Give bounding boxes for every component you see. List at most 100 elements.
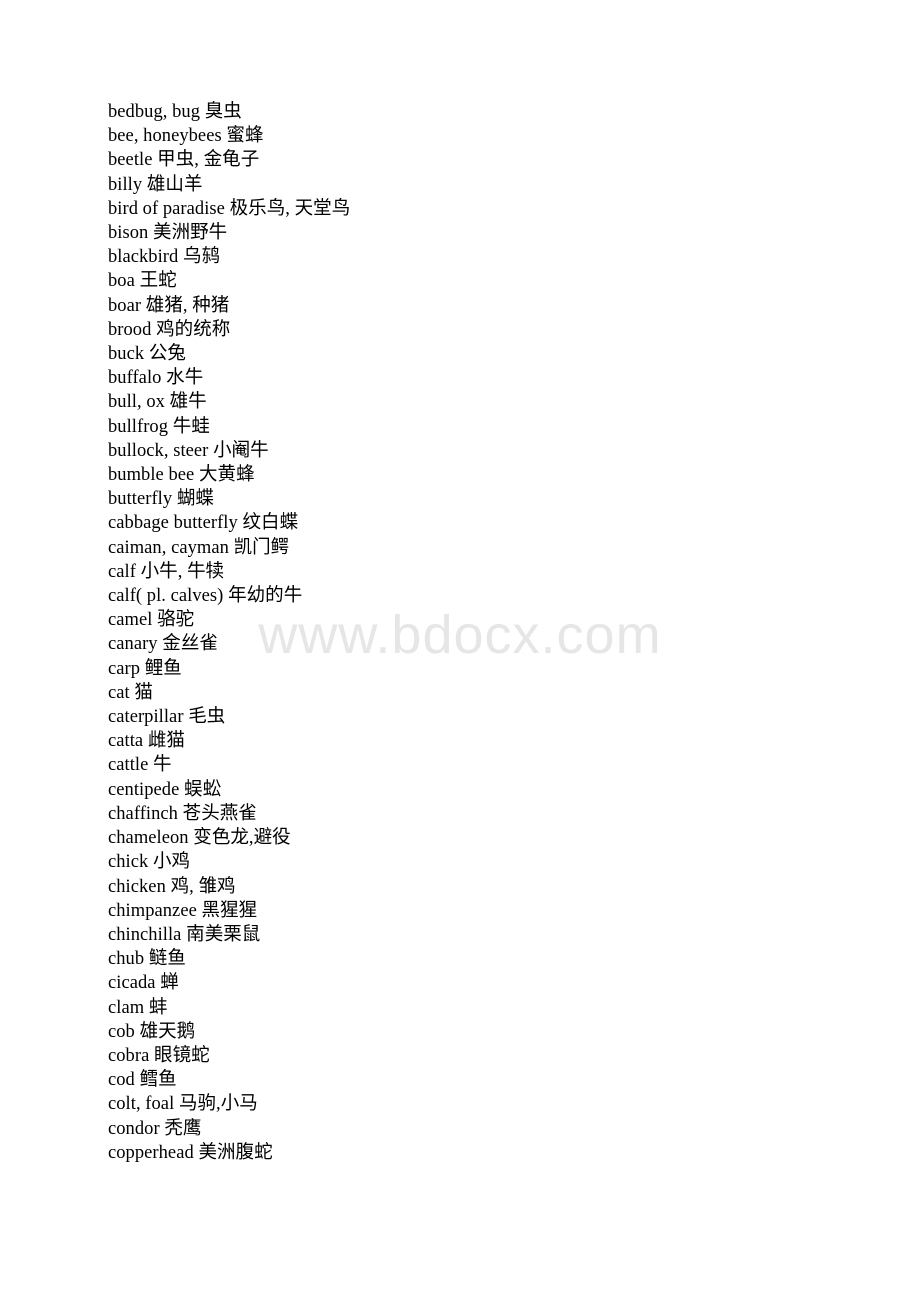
entry-term: buck — [108, 344, 145, 365]
glossary-entry: cicada 蝉 — [108, 971, 868, 995]
entry-term: condor — [108, 1118, 160, 1139]
entry-gloss: 蚌 — [148, 997, 168, 1018]
glossary-entry: bullock, steer 小阉牛 — [108, 439, 868, 463]
entry-term: cicada — [108, 973, 156, 994]
glossary-entry: blackbird 乌鸫 — [108, 245, 868, 269]
glossary-entry: cobra 眼镜蛇 — [108, 1044, 868, 1068]
entry-term: calf( pl. calves) — [108, 586, 224, 607]
glossary-entry: chick 小鸡 — [108, 850, 868, 874]
entry-gloss: 美洲腹蛇 — [198, 1142, 273, 1163]
entry-gloss: 美洲野牛 — [153, 223, 228, 244]
glossary-entry: bedbug, bug 臭虫 — [108, 100, 868, 124]
glossary-entry: bird of paradise 极乐鸟, 天堂鸟 — [108, 197, 868, 221]
entry-gloss: 猫 — [134, 682, 153, 703]
entry-gloss: 雄猪, 种猪 — [145, 295, 230, 316]
glossary-entry: chameleon 变色龙,避役 — [108, 826, 868, 850]
glossary-entry: calf 小牛, 牛犊 — [108, 560, 868, 584]
entry-gloss: 极乐鸟, 天堂鸟 — [229, 198, 351, 219]
glossary-entry: chicken 鸡, 雏鸡 — [108, 875, 868, 899]
entry-term: cattle — [108, 755, 149, 776]
entry-gloss: 凯门鳄 — [233, 537, 290, 558]
glossary-entry: chimpanzee 黑猩猩 — [108, 899, 868, 923]
glossary-entry: bull, ox 雄牛 — [108, 390, 868, 414]
entry-gloss: 鸡的统称 — [156, 319, 231, 340]
entry-gloss: 蝴蝶 — [176, 489, 214, 510]
entry-gloss: 水牛 — [166, 368, 204, 389]
glossary-entry: calf( pl. calves) 年幼的牛 — [108, 584, 868, 608]
entry-gloss: 牛 — [153, 755, 172, 776]
glossary-entry: beetle 甲虫, 金龟子 — [108, 148, 868, 172]
entry-gloss: 蜜蜂 — [226, 126, 264, 147]
glossary-entry: cod 鳕鱼 — [108, 1068, 868, 1092]
entry-gloss: 鳕鱼 — [139, 1070, 177, 1091]
entry-gloss: 鸡, 雏鸡 — [170, 876, 236, 897]
glossary-entry: caterpillar 毛虫 — [108, 705, 868, 729]
glossary-entry: bullfrog 牛蛙 — [108, 415, 868, 439]
entry-gloss: 苍头燕雀 — [182, 803, 257, 824]
entry-gloss: 王蛇 — [139, 271, 177, 292]
entry-term: beetle — [108, 150, 153, 171]
glossary-entry: brood 鸡的统称 — [108, 318, 868, 342]
entry-term: chub — [108, 949, 145, 970]
entry-gloss: 小阉牛 — [213, 440, 269, 461]
entry-gloss: 公兔 — [148, 344, 186, 365]
entry-gloss: 年幼的牛 — [228, 586, 303, 607]
entry-term: brood — [108, 319, 152, 340]
glossary-entry: centipede 蜈蚣 — [108, 778, 868, 802]
entry-term: bullock, steer — [108, 440, 209, 461]
glossary-entry: bison 美洲野牛 — [108, 221, 868, 245]
entry-term: chicken — [108, 876, 166, 897]
glossary-entry: chinchilla 南美栗鼠 — [108, 923, 868, 947]
glossary-entry: cattle 牛 — [108, 753, 868, 777]
entry-term: blackbird — [108, 247, 179, 268]
entry-gloss: 马驹,小马 — [178, 1094, 258, 1115]
entry-gloss: 臭虫 — [204, 102, 242, 122]
entry-term: canary — [108, 634, 158, 655]
glossary-entry: canary 金丝雀 — [108, 632, 868, 656]
entry-gloss: 鲤鱼 — [144, 658, 182, 679]
glossary-entry: chub 鲢鱼 — [108, 947, 868, 971]
entry-gloss: 鲢鱼 — [148, 949, 186, 970]
entry-term: clam — [108, 997, 145, 1018]
entry-term: colt, foal — [108, 1094, 175, 1115]
glossary-entry: catta 雌猫 — [108, 729, 868, 753]
document-page: www.bdocx.com bedbug, bug 臭虫 bee, honeybe… — [0, 0, 920, 1302]
glossary-entry: butterfly 蝴蝶 — [108, 487, 868, 511]
entry-term: bison — [108, 223, 149, 244]
entry-gloss: 纹白蝶 — [242, 513, 299, 534]
glossary-entry: cob 雄天鹅 — [108, 1020, 868, 1044]
entry-gloss: 毛虫 — [188, 707, 226, 728]
entry-gloss: 变色龙,避役 — [193, 828, 291, 849]
entry-term: buffalo — [108, 368, 162, 389]
entry-term: cabbage butterfly — [108, 513, 238, 534]
entry-term: bull, ox — [108, 392, 165, 413]
entry-term: caiman, cayman — [108, 537, 229, 558]
entry-term: billy — [108, 174, 143, 195]
glossary-entry: clam 蚌 — [108, 996, 868, 1020]
entry-term: caterpillar — [108, 707, 184, 728]
glossary-entry: caiman, cayman 凯门鳄 — [108, 536, 868, 560]
glossary-entry: condor 秃鹰 — [108, 1117, 868, 1141]
entry-term: bullfrog — [108, 416, 169, 437]
glossary-entry: bumble bee 大黄蜂 — [108, 463, 868, 487]
entry-term: chick — [108, 852, 149, 873]
entry-term: boa — [108, 271, 135, 292]
entry-term: chaffinch — [108, 803, 178, 824]
entry-term: camel — [108, 610, 153, 631]
entry-gloss: 眼镜蛇 — [154, 1045, 210, 1066]
entry-term: catta — [108, 731, 144, 752]
entry-term: cat — [108, 682, 130, 703]
entry-gloss: 甲虫, 金龟子 — [157, 150, 260, 171]
glossary-entry: camel 骆驼 — [108, 608, 868, 632]
entry-term: chinchilla — [108, 924, 182, 945]
glossary-entry: copperhead 美洲腹蛇 — [108, 1141, 868, 1165]
glossary-entry: cat 猫 — [108, 681, 868, 705]
entry-gloss: 大黄蜂 — [198, 465, 255, 486]
entry-term: bee, honeybees — [108, 126, 222, 147]
glossary-entry: carp 鲤鱼 — [108, 657, 868, 681]
entry-term: calf — [108, 561, 136, 582]
glossary-entry: boar 雄猪, 种猪 — [108, 294, 868, 318]
entry-term: carp — [108, 658, 141, 679]
glossary-entry: billy 雄山羊 — [108, 173, 868, 197]
glossary-entry: chaffinch 苍头燕雀 — [108, 802, 868, 826]
